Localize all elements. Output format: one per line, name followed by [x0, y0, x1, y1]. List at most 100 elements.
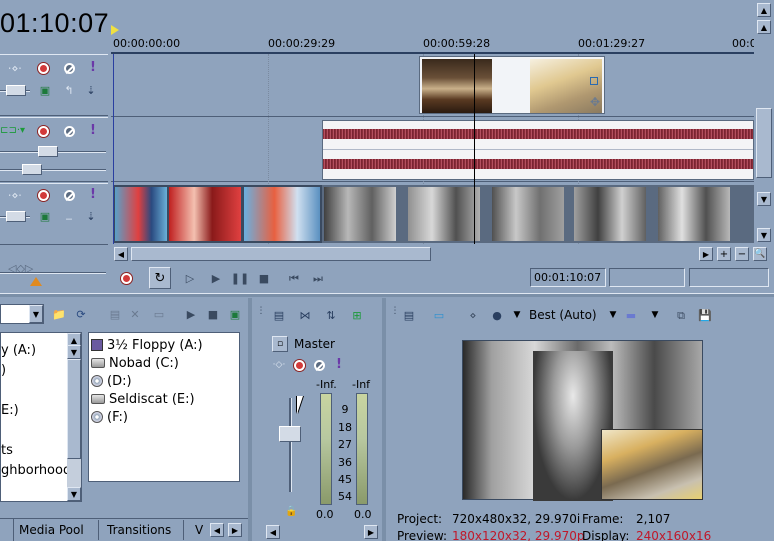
- scroll-down-arrow[interactable]: ▼: [757, 192, 771, 206]
- compositing-icon[interactable]: ⋅⋄⋅: [8, 188, 22, 202]
- zoom-out-icon[interactable]: −: [735, 247, 749, 261]
- audio-clip[interactable]: [322, 120, 754, 180]
- tree-item[interactable]: E:): [1, 401, 71, 421]
- scroll-up-arrow[interactable]: ▲: [757, 20, 771, 34]
- tree-item[interactable]: ts: [1, 441, 71, 461]
- external-monitor-icon[interactable]: ▭: [432, 308, 446, 322]
- folder-tree[interactable]: y (A:) ) E:) ts ghborhood ▲ ▼ ▼: [0, 332, 82, 502]
- auto-preview-icon[interactable]: ▣: [228, 307, 242, 321]
- split-screen-icon[interactable]: ⋄: [466, 308, 480, 322]
- path-dropdown[interactable]: ▼: [0, 304, 44, 324]
- delete-icon[interactable]: ✕: [128, 307, 142, 321]
- tree-item[interactable]: ghborhood: [1, 461, 71, 481]
- scroll-right-arrow[interactable]: ▶: [364, 525, 378, 539]
- solo-icon[interactable]: [62, 124, 76, 138]
- solo-icon[interactable]: [62, 188, 76, 202]
- timeline-hscroll[interactable]: ◀ ▶ + − 🔍: [111, 246, 774, 262]
- play-preview-icon[interactable]: ▶: [184, 307, 198, 321]
- compositing-icon[interactable]: ⋅⋄⋅: [8, 61, 22, 75]
- track-header-1[interactable]: ⋅⋄⋅ ! ▣ ↰ ⇣: [0, 54, 108, 116]
- play-from-start-icon[interactable]: ▷: [183, 271, 197, 285]
- video-clip-bw[interactable]: [322, 185, 754, 243]
- go-to-end-icon[interactable]: ⏭: [311, 271, 325, 285]
- drive-item[interactable]: (F:): [91, 408, 237, 426]
- chevron-down-icon[interactable]: ▼: [510, 308, 524, 322]
- add-bus-icon[interactable]: ⊞: [350, 308, 364, 322]
- tab-media-pool[interactable]: Media Pool: [19, 523, 84, 537]
- mute-icon[interactable]: [36, 124, 50, 138]
- audio-fx-icon[interactable]: ·⊏⊐·▾: [0, 124, 25, 138]
- track-header-3[interactable]: ⋅⋄⋅ ! ▣ ‒ ⇣: [0, 183, 108, 245]
- scroll-right-arrow[interactable]: ▶: [699, 247, 713, 261]
- tree-vscroll[interactable]: ▲ ▼ ▼: [67, 333, 81, 501]
- pan-crop-icon[interactable]: ✥: [590, 95, 600, 109]
- track-motion-icon[interactable]: ⇣: [84, 209, 98, 223]
- tree-item[interactable]: y (A:): [1, 341, 71, 361]
- mixer-hscroll[interactable]: ◀ ▶: [252, 525, 382, 539]
- play-icon[interactable]: ▶: [209, 271, 223, 285]
- stop-icon[interactable]: ■: [257, 271, 271, 285]
- drive-item[interactable]: Nobad (C:): [91, 354, 237, 372]
- lock-icon[interactable]: 🔒: [285, 506, 297, 517]
- mute-icon[interactable]: [36, 61, 50, 75]
- level-slider-thumb[interactable]: [6, 85, 26, 96]
- fx-icon[interactable]: ▣: [38, 209, 52, 223]
- drive-item[interactable]: 3½ Floppy (A:): [91, 336, 237, 354]
- scopes-icon[interactable]: ▬: [624, 308, 638, 322]
- pan-slider-thumb[interactable]: [22, 164, 42, 175]
- tab-video-fx[interactable]: V: [195, 523, 203, 537]
- parent-motion-icon[interactable]: ‒: [62, 211, 76, 225]
- downmix-icon[interactable]: ⋈: [298, 308, 312, 322]
- chevron-down-icon[interactable]: ▼: [29, 305, 43, 323]
- mute-icon[interactable]: [36, 188, 50, 202]
- scroll-left-arrow[interactable]: ◀: [266, 525, 280, 539]
- fader-thumb[interactable]: [279, 426, 301, 442]
- fx-icon[interactable]: ▣: [38, 83, 52, 97]
- scroll-up-arrow[interactable]: ▲: [757, 3, 771, 17]
- vscroll-thumb[interactable]: [756, 108, 772, 178]
- mute-icon[interactable]: [292, 358, 306, 372]
- video-clip-color[interactable]: [113, 185, 322, 243]
- playback-cursor[interactable]: [474, 54, 475, 244]
- automation-icon[interactable]: !: [86, 123, 100, 137]
- compositing-icon[interactable]: ⋅◇⋅: [272, 358, 286, 372]
- refresh-icon[interactable]: ⟳: [74, 307, 88, 321]
- loop-button[interactable]: ↻: [149, 267, 171, 289]
- drive-item[interactable]: (D:): [91, 372, 237, 390]
- up-folder-icon[interactable]: 📁: [52, 307, 66, 321]
- track-header-2[interactable]: ·⊏⊐·▾ !: [0, 117, 108, 182]
- scroll-left-arrow[interactable]: ◀: [114, 247, 128, 261]
- level-slider-thumb[interactable]: [6, 211, 26, 222]
- preview-quality-select[interactable]: Best (Auto): [529, 308, 597, 322]
- tree-vscroll-thumb[interactable]: [67, 359, 81, 459]
- timeline-vscroll[interactable]: ▲ ▲ ▼ ▼: [754, 0, 774, 262]
- tab-transitions[interactable]: Transitions: [107, 523, 171, 537]
- save-snapshot-icon[interactable]: 💾: [698, 308, 712, 322]
- drive-item[interactable]: Seldiscat (E:): [91, 390, 237, 408]
- automation-icon[interactable]: !: [86, 60, 100, 74]
- video-output-fx-icon[interactable]: ▤: [402, 308, 416, 322]
- fx-icon[interactable]: [590, 77, 598, 85]
- scroll-down-arrow[interactable]: ▼: [67, 345, 81, 359]
- new-folder-icon[interactable]: ▭: [152, 307, 166, 321]
- zoom-tool-icon[interactable]: 🔍: [753, 247, 767, 261]
- chevron-down-icon[interactable]: ▼: [648, 308, 662, 322]
- scroll-down-arrow[interactable]: ▼: [757, 228, 771, 242]
- tab-scroll-right-arrow[interactable]: ▶: [228, 523, 242, 537]
- zoom-in-icon[interactable]: +: [717, 247, 731, 261]
- solo-icon[interactable]: [312, 358, 326, 372]
- tree-item[interactable]: ): [1, 361, 71, 381]
- track-zoom-control[interactable]: ◁◇▷: [0, 260, 108, 290]
- pause-icon[interactable]: ❚❚: [231, 271, 249, 285]
- insert-fx-icon[interactable]: ▤: [272, 308, 286, 322]
- scroll-down-arrow[interactable]: ▼: [67, 487, 81, 501]
- copy-snapshot-icon[interactable]: ⧉: [674, 308, 688, 322]
- stop-preview-icon[interactable]: ■: [206, 307, 220, 321]
- parent-motion-icon[interactable]: ↰: [62, 83, 76, 97]
- tab-scroll-left-arrow[interactable]: ◀: [210, 523, 224, 537]
- overlays-icon[interactable]: ●: [490, 308, 504, 322]
- volume-slider-thumb[interactable]: [38, 146, 58, 157]
- dim-output-icon[interactable]: ⇅: [324, 308, 338, 322]
- track-motion-icon[interactable]: ⇣: [84, 83, 98, 97]
- file-list[interactable]: 3½ Floppy (A:) Nobad (C:) (D:) Seldiscat…: [88, 332, 240, 482]
